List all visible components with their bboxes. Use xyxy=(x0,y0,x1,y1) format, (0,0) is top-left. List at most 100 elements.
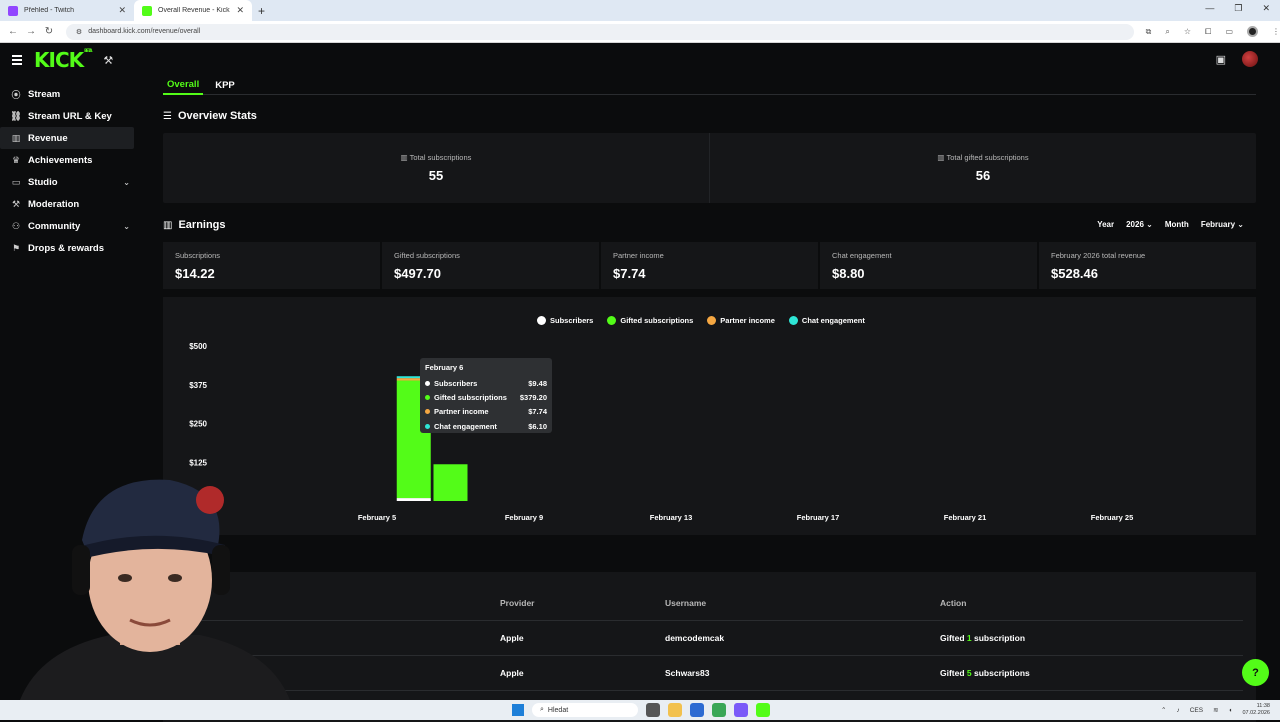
maximize-icon[interactable]: ❐ xyxy=(1234,3,1242,14)
divider xyxy=(163,690,1243,691)
browser-tab-twitch[interactable]: Přehled - Twitch ✕ xyxy=(0,0,134,21)
x-tick-label: February 5 xyxy=(358,513,396,522)
store-icon[interactable] xyxy=(690,703,704,717)
sidebar-item-stream[interactable]: ⦿ Stream xyxy=(0,83,134,105)
tooltip-row: Gifted subscriptions $379.20 xyxy=(425,390,547,404)
bar-chart-icon: ▥ xyxy=(937,153,945,162)
stat-label: Total gifted subscriptions xyxy=(946,153,1029,162)
url-field[interactable]: ⚙ dashboard.kick.com/revenue/overall xyxy=(65,23,1134,40)
stat-value: 55 xyxy=(428,168,444,183)
discord-icon[interactable] xyxy=(734,703,748,717)
minimize-icon[interactable]: — xyxy=(1205,3,1214,14)
sidebar-item-moderation[interactable]: ⚒ Moderation xyxy=(0,193,134,215)
month-select[interactable]: February ⌄ xyxy=(1201,220,1244,229)
sidebar-item-drops-rewards[interactable]: ⚑ Drops & rewards xyxy=(0,237,134,259)
column-header-username: Username xyxy=(665,598,707,608)
chevron-down-icon: ⌄ xyxy=(1146,220,1153,229)
menu-icon[interactable]: ⋮ xyxy=(1272,27,1280,36)
wifi-icon[interactable]: ≋ xyxy=(1213,706,1218,714)
hamburger-menu-icon[interactable] xyxy=(12,55,22,65)
new-tab-button[interactable]: + xyxy=(258,4,265,18)
site-info-icon[interactable]: ⚙ xyxy=(76,28,82,36)
chart-icon: ▥ xyxy=(11,132,21,143)
sidebar-item-studio[interactable]: ▭ Studio ⌄ xyxy=(0,171,134,193)
year-select[interactable]: 2026 ⌄ xyxy=(1126,220,1153,229)
browser-tab-kick[interactable]: Overall Revenue - Kick Dashbo ✕ xyxy=(134,0,252,21)
task-view-icon[interactable] xyxy=(646,703,660,717)
file-explorer-icon[interactable] xyxy=(668,703,682,717)
people-icon: ⚇ xyxy=(11,220,21,231)
volume-icon[interactable]: ◖ xyxy=(1229,707,1233,714)
hammer-icon[interactable]: ⚒ xyxy=(103,54,113,67)
bar-segment[interactable] xyxy=(396,498,431,501)
sidebar-item-stream-url-key[interactable]: ⛓ Stream URL & Key xyxy=(0,105,134,127)
kick-logo[interactable]: KICKBETA xyxy=(34,48,92,72)
translate-icon[interactable]: ⧉ xyxy=(1146,27,1152,37)
close-icon[interactable]: ✕ xyxy=(118,5,126,16)
chart-plot[interactable]: $500 $375 $250 $125 February 5 February 9 Febr… xyxy=(163,297,1256,535)
webcam-overlay xyxy=(20,479,290,700)
taskbar-search[interactable]: ⌕ Hledat xyxy=(532,703,638,717)
sidepanel-icon[interactable]: ▭ xyxy=(1225,27,1233,36)
tooltip-row: Subscribers $9.48 xyxy=(425,376,547,390)
column-header-provider: Provider xyxy=(500,598,535,608)
zoom-icon[interactable]: ⌕ xyxy=(1165,27,1169,37)
month-label: Month xyxy=(1164,220,1189,229)
earnings-label: Subscriptions xyxy=(175,251,221,260)
overview-stats-panel: ▥ Total subscriptions 55 ▥ Total gifted … xyxy=(163,133,1256,203)
sidebar: ⦿ Stream ⛓ Stream URL & Key ▥ Revenue ♛ Achi… xyxy=(0,83,140,259)
x-tick-label: February 25 xyxy=(1091,513,1134,522)
chevron-down-icon: ⌄ xyxy=(1237,220,1244,229)
studio-icon[interactable]: ▣ xyxy=(1216,53,1226,66)
bookmark-star-icon[interactable]: ☆ xyxy=(1184,27,1191,36)
extensions-icon[interactable]: ⧠ xyxy=(1205,27,1211,37)
x-tick-label: February 21 xyxy=(944,513,987,522)
bar-chart-icon: ▥ xyxy=(163,219,173,231)
sidebar-item-revenue[interactable]: ▥ Revenue xyxy=(0,127,134,149)
browser-toolbar-icons: ⧉ ⌕ ☆ ⧠ ▭ ⋮ xyxy=(1146,26,1280,37)
table-cell-action: Gifted 5 subscriptions xyxy=(940,668,1030,678)
close-icon[interactable]: ✕ xyxy=(236,5,244,16)
earnings-value: $8.80 xyxy=(832,266,865,281)
table-cell-provider: Apple xyxy=(500,668,524,678)
x-tick-label: February 13 xyxy=(650,513,693,522)
app-icon[interactable] xyxy=(756,703,770,717)
y-tick-label: $500 xyxy=(189,342,207,351)
tooltip-date: February 6 xyxy=(425,363,464,372)
app-header: KICKBETA ⚒ ▣ xyxy=(0,43,1280,77)
windows-taskbar: ⌕ Hledat ⌃ ♪ CES ≋ ◖ 11:38 07.02.2026 xyxy=(0,700,1280,720)
tab-kpp[interactable]: KPP xyxy=(211,77,239,95)
table-cell-action: Gifted 1 subscription xyxy=(940,633,1026,643)
earnings-label: Chat engagement xyxy=(832,251,892,260)
table-cell-provider: Apple xyxy=(500,633,524,643)
stat-value: 56 xyxy=(975,168,991,183)
chrome-icon[interactable] xyxy=(712,703,726,717)
chevron-up-icon[interactable]: ⌃ xyxy=(1161,706,1166,714)
earnings-filters: Year 2026 ⌄ Month February ⌄ xyxy=(1097,220,1244,229)
earnings-label: Partner income xyxy=(613,251,664,260)
support-chat-button[interactable]: ? xyxy=(1242,659,1269,686)
year-label: Year xyxy=(1097,220,1115,229)
sidebar-item-achievements[interactable]: ♛ Achievements xyxy=(0,149,134,171)
microphone-icon[interactable]: ♪ xyxy=(1176,707,1179,714)
reload-icon[interactable]: ↻ xyxy=(40,26,58,37)
clock[interactable]: 11:38 07.02.2026 xyxy=(1242,703,1270,717)
avatar[interactable] xyxy=(1242,51,1258,67)
sidebar-item-community[interactable]: ⚇ Community ⌄ xyxy=(0,215,134,237)
overview-stats-heading: ☰ Overview Stats xyxy=(163,110,257,122)
chevron-down-icon: ⌄ xyxy=(123,221,130,231)
divider xyxy=(163,620,1243,621)
table-cell-username: demcodemcak xyxy=(665,633,725,643)
back-icon[interactable]: ← xyxy=(4,26,22,37)
earnings-card-total: February 2026 total revenue $528.46 xyxy=(1039,242,1256,289)
browser-profile-icon[interactable] xyxy=(1247,26,1259,37)
close-window-icon[interactable]: ✕ xyxy=(1262,3,1270,14)
bar-segment[interactable] xyxy=(433,464,468,501)
gift-icon: ⚑ xyxy=(11,242,21,253)
windows-start-icon[interactable] xyxy=(512,704,524,716)
tab-overall[interactable]: Overall xyxy=(163,77,204,95)
lang-indicator[interactable]: CES xyxy=(1190,707,1203,714)
column-header-action: Action xyxy=(940,598,967,608)
forward-icon[interactable]: → xyxy=(22,26,40,37)
y-tick-label: $250 xyxy=(189,420,207,429)
